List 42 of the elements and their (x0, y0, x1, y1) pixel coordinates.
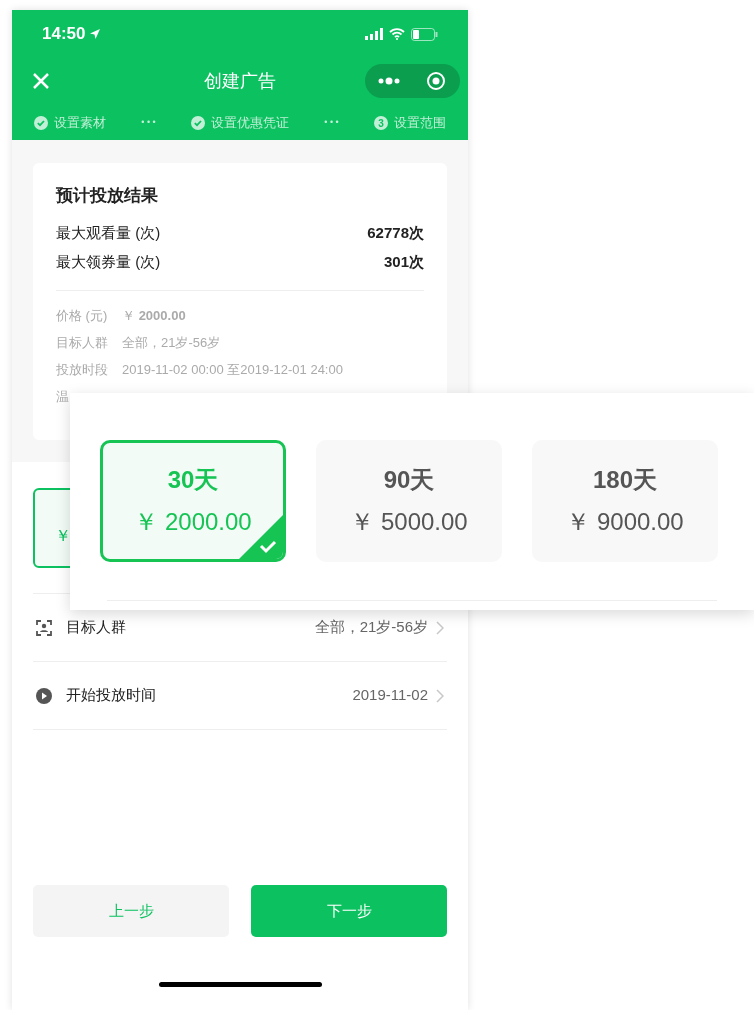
duration-days: 30天 (167, 462, 219, 498)
duration-price: ￥ 9000.00 (566, 507, 684, 537)
duration-option[interactable]: 180天 ￥ 9000.00 (532, 440, 718, 562)
close-icon[interactable] (32, 72, 50, 90)
detail-value: 2019-11-02 00:00 至2019-12-01 24:00 (122, 361, 343, 380)
metric-label: 最大观看量 (次) (56, 222, 161, 243)
duration-days: 90天 (383, 462, 435, 498)
step-number: 3 (374, 116, 388, 130)
step-separator: • • • (141, 116, 156, 130)
row-label: 目标人群 (66, 617, 126, 638)
metric-label: 最大领券量 (次) (56, 251, 161, 272)
detail-label: 温 (56, 388, 70, 407)
step-label: 设置优惠凭证 (211, 114, 289, 133)
detail-value: 全部，21岁-56岁 (122, 334, 221, 353)
chevron-right-icon (436, 620, 444, 635)
person-frame-icon (36, 619, 52, 636)
step-label: 设置素材 (54, 114, 106, 133)
chevron-right-icon (436, 688, 444, 703)
duration-price: ￥ 2000.00 (134, 507, 252, 537)
duration-price: ￥ 5000.00 (350, 507, 468, 537)
signal-icon (365, 28, 383, 40)
card-title: 预计投放结果 (56, 185, 159, 207)
detail-label: 目标人群 (56, 334, 108, 353)
duration-option[interactable]: 90天 ￥ 5000.00 (316, 440, 502, 562)
detail-label: 价格 (元) (56, 307, 108, 326)
row-value: 全部，21岁-56岁 (314, 617, 428, 638)
battery-icon (411, 27, 438, 41)
step-label: 设置范围 (394, 114, 446, 133)
detail-value: ￥ 2000.00 (122, 307, 186, 326)
duration-days: 180天 (592, 462, 657, 498)
status-time: 14:50 (42, 23, 86, 46)
detail-label: 投放时段 (56, 361, 108, 380)
row-label: 开始投放时间 (66, 685, 156, 706)
step-separator: • • • (324, 116, 339, 130)
location-arrow-icon (89, 28, 102, 40)
row-value: 2019-11-02 (352, 685, 428, 706)
wifi-icon (389, 28, 405, 40)
metric-value: 301次 (383, 251, 424, 272)
settings-row[interactable]: 开始投放时间 2019-11-02 (33, 662, 447, 730)
page-title: 创建广告 (204, 69, 276, 93)
play-icon (36, 687, 52, 704)
metric-value: 62778次 (367, 222, 424, 243)
